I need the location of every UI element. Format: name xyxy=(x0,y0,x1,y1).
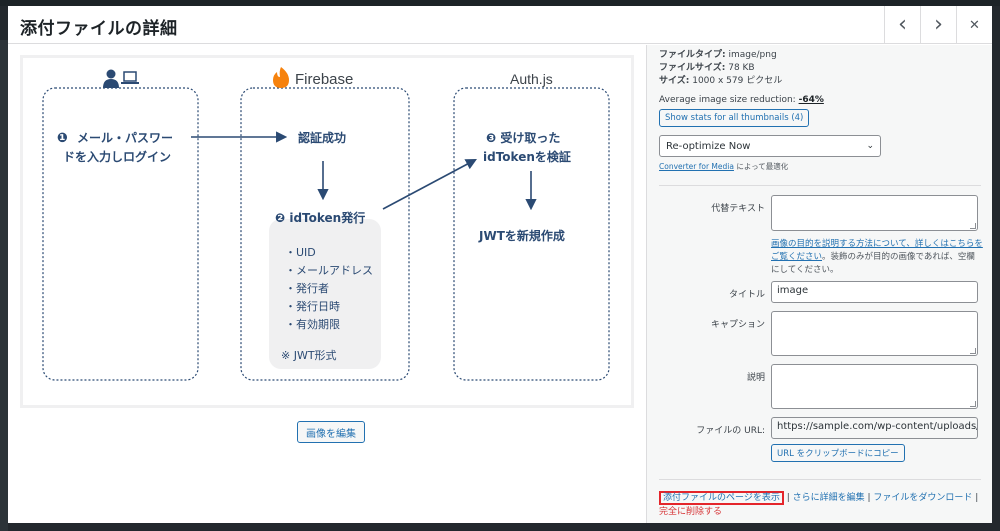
claim-item: ・発行者 xyxy=(285,281,329,295)
converter-note: Converter for Media によって最適化 xyxy=(659,161,788,172)
jwt-format-note: ※ JWT形式 xyxy=(281,349,337,362)
attachment-details-sidebar: ファイルタイプ: image/png ファイルサイズ: 78 KB サイズ: 1… xyxy=(646,45,992,523)
alt-text-input[interactable] xyxy=(771,195,978,231)
dimensions-label: サイズ: xyxy=(659,76,690,86)
converter-suffix: によって最適化 xyxy=(733,162,789,171)
flow-diagram: Firebase Auth.js ❶ メール・パスワー ドを入力しログイン 認証… xyxy=(42,67,610,381)
claim-item: ・UID xyxy=(285,246,316,259)
chevron-down-icon: ⌄ xyxy=(866,141,874,151)
step1-number: ❶ xyxy=(57,131,68,146)
step3-line1: ❸ 受け取った xyxy=(486,130,560,145)
optimize-select[interactable]: Re-optimize Now ⌄ xyxy=(659,135,881,157)
caption-input[interactable] xyxy=(771,311,978,356)
alt-text-help: 画像の目的を説明する方法について、詳しくはこちらをご覧ください。装飾のみが目的の… xyxy=(771,238,983,277)
resize-handle[interactable] xyxy=(970,401,976,407)
file-type-label: ファイルタイプ: xyxy=(659,50,726,60)
attachment-actions: 添付ファイルのページを表示 | さらに詳細を編集 | ファイルをダウンロード |… xyxy=(659,491,979,519)
claim-item: ・メールアドレス xyxy=(285,264,373,277)
description-label: 説明 xyxy=(746,373,765,383)
optimize-select-value: Re-optimize Now xyxy=(666,140,751,152)
file-size-value: 78 KB xyxy=(728,63,755,73)
arrow-token-to-verify xyxy=(382,158,477,210)
file-type-value: image/png xyxy=(728,50,777,60)
avg-reduction-value[interactable]: -64% xyxy=(799,95,824,105)
title-input[interactable]: image xyxy=(771,281,978,303)
modal-header: 添付ファイルの詳細 ‹ › ✕ xyxy=(8,6,992,44)
authjs-column-title: Auth.js xyxy=(510,71,553,87)
chevron-right-icon: › xyxy=(934,12,943,37)
attachment-media-view: Firebase Auth.js ❶ メール・パスワー ドを入力しログイン 認証… xyxy=(8,45,646,523)
show-stats-button[interactable]: Show stats for all thumbnails (4) xyxy=(659,109,810,127)
title-label: タイトル xyxy=(728,290,765,300)
close-icon: ✕ xyxy=(969,17,980,33)
description-input[interactable] xyxy=(771,364,978,409)
step2-text: ❷ idToken発行 xyxy=(275,210,365,225)
step1-line1: メール・パスワー xyxy=(77,131,173,145)
attachment-details-modal: 添付ファイルの詳細 ‹ › ✕ Firebase Auth.js ❶ メール・パ… xyxy=(8,6,992,523)
claim-item: ・有効期限 xyxy=(285,317,340,331)
image-preview: Firebase Auth.js ❶ メール・パスワー ドを入力しログイン 認証… xyxy=(23,58,631,405)
edit-more-details-link[interactable]: さらに詳細を編集 xyxy=(793,493,865,503)
next-button[interactable]: › xyxy=(920,6,956,44)
file-url-label: ファイルの URL: xyxy=(696,426,765,436)
chevron-left-icon: ‹ xyxy=(898,12,907,37)
converter-link[interactable]: Converter for Media xyxy=(659,162,734,171)
avg-reduction-label: Average image size reduction: xyxy=(659,95,796,105)
alt-text-label: 代替テキスト xyxy=(711,204,765,214)
file-url-input[interactable]: https://sample.com/wp-content/uploads/20 xyxy=(771,417,978,439)
separator: | xyxy=(972,493,979,503)
divider xyxy=(659,185,981,186)
view-attachment-page-link[interactable]: 添付ファイルのページを表示 xyxy=(659,491,784,505)
claim-item: ・発行日時 xyxy=(285,299,340,313)
image-preview-frame: Firebase Auth.js ❶ メール・パスワー ドを入力しログイン 認証… xyxy=(20,55,634,408)
avg-reduction-row: Average image size reduction: -64% xyxy=(659,95,824,105)
step1-line2: ドを入力しログイン xyxy=(63,149,171,164)
jwt-create-text: JWTを新規作成 xyxy=(478,228,565,243)
resize-handle[interactable] xyxy=(970,223,976,229)
user-pc-icon xyxy=(103,69,139,88)
file-size-label: ファイルサイズ: xyxy=(659,63,726,73)
edit-image-button[interactable]: 画像を編集 xyxy=(297,421,365,443)
admin-sidebar-strip xyxy=(0,40,8,531)
step3-line2: idTokenを検証 xyxy=(483,149,571,164)
dimensions-row: サイズ: 1000 x 579 ピクセル xyxy=(659,73,782,86)
download-file-link[interactable]: ファイルをダウンロード xyxy=(873,493,972,503)
firebase-column-title: Firebase xyxy=(295,71,353,88)
file-type-row: ファイルタイプ: image/png xyxy=(659,47,777,60)
previous-button[interactable]: ‹ xyxy=(884,6,920,44)
divider xyxy=(659,479,981,480)
separator: | xyxy=(783,493,793,503)
auth-success-text: 認証成功 xyxy=(298,130,346,145)
firebase-icon xyxy=(273,67,289,88)
modal-title: 添付ファイルの詳細 xyxy=(20,19,178,39)
file-size-row: ファイルサイズ: 78 KB xyxy=(659,60,755,73)
caption-label: キャプション xyxy=(710,320,765,330)
delete-permanently-link[interactable]: 完全に削除する xyxy=(659,507,722,517)
resize-handle[interactable] xyxy=(970,348,976,354)
dimensions-value: 1000 x 579 ピクセル xyxy=(692,76,783,86)
close-button[interactable]: ✕ xyxy=(956,6,992,44)
copy-url-button[interactable]: URL をクリップボードにコピー xyxy=(771,444,905,462)
